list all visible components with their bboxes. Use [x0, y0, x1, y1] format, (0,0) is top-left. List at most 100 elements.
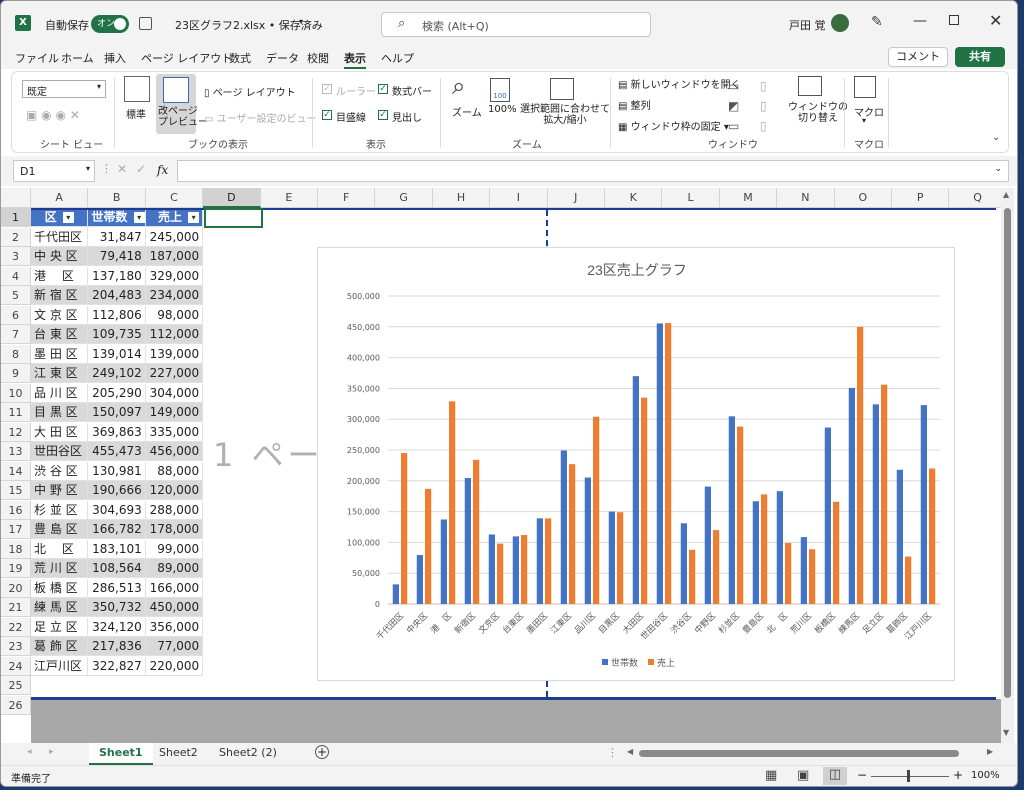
column-header-F[interactable]: F [318, 188, 376, 208]
table-cell-households[interactable]: 322,827 [88, 656, 146, 676]
table-cell-sales[interactable]: 149,000 [145, 403, 204, 422]
table-cell-ward[interactable]: 千代田区 [31, 227, 89, 247]
new-window-button[interactable]: ▤ 新しいウィンドウを開く [618, 76, 741, 91]
column-header-J[interactable]: J [547, 188, 605, 208]
table-cell-sales[interactable]: 166,000 [145, 578, 204, 598]
table-cell-ward[interactable]: 豊 島 区 [31, 520, 89, 539]
row-header-19[interactable]: 19 [1, 559, 31, 578]
tab-formulas[interactable]: 数式 [229, 50, 251, 66]
row-header-17[interactable]: 17 [1, 520, 31, 539]
table-cell-sales[interactable]: 245,000 [145, 227, 204, 247]
zoom-selection-icon[interactable] [550, 78, 574, 100]
table-cell-ward[interactable]: 文 京 区 [31, 305, 89, 325]
select-all-corner[interactable] [1, 188, 31, 208]
formula-bar-label[interactable]: 数式バー [392, 83, 432, 98]
table-cell-households[interactable]: 249,102 [88, 364, 146, 383]
table-cell-households[interactable]: 286,513 [88, 578, 146, 598]
tab-help[interactable]: ヘルプ [381, 50, 414, 66]
zoom-selection-label[interactable]: 選択範囲に合わせて 拡大/縮小 [520, 104, 610, 126]
table-cell-ward[interactable]: 大 田 区 [31, 422, 89, 442]
zoom-label[interactable]: ズーム [452, 104, 482, 119]
table-cell-sales[interactable]: 112,000 [145, 325, 204, 344]
row-header-18[interactable]: 18 [1, 539, 31, 559]
normal-view-icon[interactable] [124, 76, 150, 102]
table-header-cell[interactable]: 世帯数 ▾ [88, 208, 146, 227]
table-cell-households[interactable]: 166,782 [88, 520, 146, 539]
macro-label[interactable]: マクロ [854, 104, 884, 119]
row-header-2[interactable]: 2 [1, 227, 31, 247]
switch-window-label[interactable]: ウィンドウの 切り替え [788, 102, 848, 124]
row-header-11[interactable]: 11 [1, 403, 31, 422]
collapse-ribbon-icon[interactable]: ⌄ [992, 132, 1000, 143]
column-header-G[interactable]: G [375, 188, 433, 208]
gridlines-label[interactable]: 目盛線 [336, 109, 366, 124]
page-layout-status-icon[interactable]: ▣ [797, 768, 809, 783]
table-cell-households[interactable]: 109,735 [88, 325, 146, 344]
table-cell-ward[interactable]: 中 野 区 [31, 481, 89, 500]
row-header-25[interactable]: 25 [1, 676, 31, 695]
table-cell-sales[interactable]: 88,000 [145, 461, 204, 481]
page-break-preview-button[interactable]: 改ページ プレビュー [156, 74, 208, 134]
table-cell-ward[interactable]: 江 東 区 [31, 364, 89, 383]
tab-review[interactable]: 校閲 [307, 50, 329, 66]
table-cell-households[interactable]: 183,101 [88, 539, 146, 559]
table-cell-households[interactable]: 31,847 [88, 227, 146, 247]
table-cell-ward[interactable]: 練 馬 区 [31, 598, 89, 617]
zoom-100-label[interactable]: 100% [488, 104, 517, 115]
table-cell-sales[interactable]: 234,000 [145, 286, 204, 305]
zoom-slider-thumb[interactable] [907, 770, 910, 782]
chart[interactable]: 23区売上グラフ 0 50,000 100,000 150,000 200,000 250,… [317, 247, 955, 681]
table-cell-households[interactable]: 108,564 [88, 559, 146, 578]
table-cell-households[interactable]: 369,863 [88, 422, 146, 442]
table-cell-households[interactable]: 324,120 [88, 617, 146, 637]
table-cell-ward[interactable]: 中 央 区 [31, 247, 89, 266]
table-cell-households[interactable]: 79,418 [88, 247, 146, 266]
row-header-24[interactable]: 24 [1, 656, 31, 676]
gridlines-checkbox[interactable]: ✓ [322, 110, 332, 120]
close-icon[interactable]: ✕ [989, 11, 1002, 30]
table-cell-ward[interactable]: 墨 田 区 [31, 344, 89, 364]
hscroll-left-icon[interactable]: ◀ [627, 747, 633, 756]
autosave-toggle[interactable]: オン [91, 15, 129, 33]
table-cell-sales[interactable]: 220,000 [145, 656, 204, 676]
table-cell-sales[interactable]: 77,000 [145, 637, 204, 656]
table-cell-households[interactable]: 455,473 [88, 442, 146, 461]
table-cell-ward[interactable]: 台 東 区 [31, 325, 89, 344]
table-cell-sales[interactable]: 356,000 [145, 617, 204, 637]
table-cell-ward[interactable]: 板 橋 区 [31, 578, 89, 598]
row-header-12[interactable]: 12 [1, 422, 31, 442]
tab-scroll-right-icon[interactable]: ▸ [49, 747, 54, 757]
avatar[interactable] [831, 14, 849, 32]
row-header-7[interactable]: 7 [1, 325, 31, 344]
expand-formula-icon[interactable]: ⌄ [994, 164, 1002, 174]
table-cell-ward[interactable]: 渋 谷 区 [31, 461, 89, 481]
switch-window-icon[interactable] [798, 76, 822, 96]
table-cell-sales[interactable]: 139,000 [145, 344, 204, 364]
row-header-1[interactable]: 1 [1, 208, 31, 227]
row-header-10[interactable]: 10 [1, 383, 31, 403]
row-header-4[interactable]: 4 [1, 266, 31, 286]
headings-checkbox[interactable]: ✓ [378, 110, 388, 120]
table-cell-ward[interactable]: 杉 並 区 [31, 500, 89, 520]
horizontal-scroll-thumb[interactable] [639, 750, 959, 757]
active-cell-D1[interactable] [204, 208, 263, 228]
cancel-icon[interactable]: ✕ [117, 162, 127, 176]
formula-input[interactable]: ⌄ [177, 160, 1009, 182]
row-header-5[interactable]: 5 [1, 286, 31, 305]
table-cell-ward[interactable]: 北 区 [31, 539, 89, 559]
name-box[interactable]: D1 ▾ [13, 160, 95, 182]
tab-split-handle-icon[interactable]: ⋮ [607, 746, 618, 759]
formula-bar-checkbox[interactable]: ✓ [378, 84, 388, 94]
zoom-in-icon[interactable]: + [953, 768, 963, 782]
scroll-down-icon[interactable]: ▼ [1003, 728, 1009, 737]
row-header-16[interactable]: 16 [1, 500, 31, 520]
share-button[interactable]: 共有 [955, 47, 1005, 67]
table-cell-households[interactable]: 190,666 [88, 481, 146, 500]
row-header-3[interactable]: 3 [1, 247, 31, 266]
table-cell-ward[interactable]: 葛 飾 区 [31, 637, 89, 656]
macro-icon[interactable] [854, 76, 876, 98]
save-icon[interactable] [139, 17, 152, 30]
user-name[interactable]: 戸田 覚 [789, 17, 826, 33]
table-cell-sales[interactable]: 304,000 [145, 383, 204, 403]
column-header-I[interactable]: I [490, 188, 548, 208]
